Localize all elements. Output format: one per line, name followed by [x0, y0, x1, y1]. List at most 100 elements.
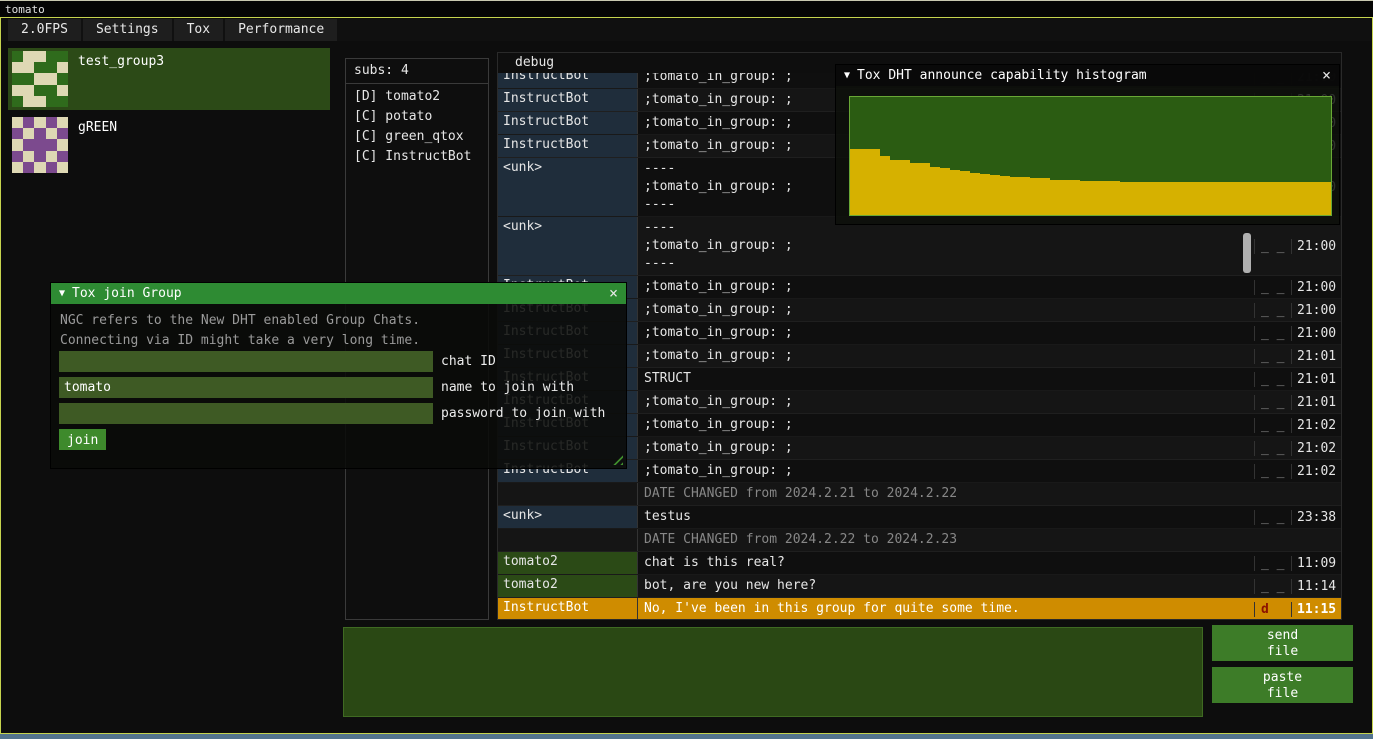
avatar-pixel — [23, 73, 34, 84]
histogram-bar — [1090, 181, 1100, 215]
avatar-pixel — [57, 73, 68, 84]
avatar-pixel — [46, 117, 57, 128]
histogram-bar — [1010, 177, 1020, 215]
histogram-bar — [1311, 182, 1321, 215]
chat-id-input[interactable] — [59, 351, 433, 372]
avatar-pixel — [57, 62, 68, 73]
histogram-bar — [930, 167, 940, 215]
group-name: test_group3 — [78, 48, 164, 110]
message-status: _ _ — [1254, 464, 1291, 479]
histogram-bar — [1070, 180, 1080, 215]
avatar-pixel — [46, 96, 57, 107]
histogram-bar — [1020, 177, 1030, 215]
histogram-bar — [870, 149, 880, 215]
group-avatar — [12, 117, 68, 173]
send-file-button[interactable]: send file — [1212, 625, 1353, 661]
message-author: InstructBot — [498, 112, 638, 134]
histogram-bar — [1321, 182, 1331, 215]
avatar-pixel — [12, 96, 23, 107]
message-status: _ _ — [1254, 372, 1291, 387]
histogram-bar — [1000, 176, 1010, 215]
dht-histogram-window: ▼ Tox DHT announce capability histogram … — [835, 64, 1340, 225]
message-author: tomato2 — [498, 575, 638, 597]
histogram-bar — [1080, 181, 1090, 215]
message-input[interactable] — [343, 627, 1203, 717]
menu-item-settings[interactable]: Settings — [83, 19, 172, 41]
avatar-pixel — [23, 62, 34, 73]
message-text: chat is this real? — [638, 552, 1254, 574]
avatar-pixel — [46, 85, 57, 96]
histogram-bar — [1060, 180, 1070, 215]
message-time: 21:01 — [1291, 372, 1341, 387]
system-row[interactable]: DATE CHANGED from 2024.2.21 to 2024.2.22 — [498, 483, 1341, 506]
message-text: ;tomato_in_group: ; — [638, 322, 1254, 344]
histogram-bar — [1130, 182, 1140, 215]
group-item-test_group3[interactable]: test_group3 — [8, 48, 330, 110]
menubar: 2.0FPSSettingsToxPerformance — [2, 19, 1371, 41]
message-row[interactable]: tomato2bot, are you new here?_ _11:14 — [498, 575, 1341, 598]
subs-header: subs: 4 — [346, 59, 488, 84]
join-name-field-row: name to join with — [59, 377, 574, 398]
message-text: testus — [638, 506, 1254, 528]
os-titlebar: tomato — [0, 0, 1373, 17]
message-time: 21:00 — [1291, 326, 1341, 341]
message-author: InstructBot — [498, 135, 638, 157]
avatar-pixel — [57, 117, 68, 128]
message-row[interactable]: tomato2chat is this real?_ _11:09 — [498, 552, 1341, 575]
message-row[interactable]: InstructBotNo, I've been in this group f… — [498, 598, 1341, 619]
message-status: _ _ — [1254, 395, 1291, 410]
member-row-green_qtox[interactable]: [C] green_qtox — [346, 127, 488, 147]
member-row-tomato2[interactable]: [D] tomato2 — [346, 87, 488, 107]
close-icon[interactable]: × — [1322, 68, 1331, 83]
menu-item-2-0fps: 2.0FPS — [8, 19, 81, 41]
histogram-bar — [900, 160, 910, 215]
member-row-potato[interactable]: [C] potato — [346, 107, 488, 127]
message-text: DATE CHANGED from 2024.2.22 to 2024.2.23 — [638, 529, 1254, 551]
close-icon[interactable]: × — [609, 286, 618, 301]
chat-id-label: chat ID — [441, 354, 496, 369]
avatar-pixel — [23, 117, 34, 128]
message-time: 21:00 — [1291, 303, 1341, 318]
join-password-field-row: password to join with — [59, 403, 605, 424]
histogram-bar — [1261, 182, 1271, 215]
join-group-window: ▼ Tox join Group × NGC refers to the New… — [50, 282, 627, 469]
avatar-pixel — [34, 85, 45, 96]
menu-item-tox[interactable]: Tox — [174, 19, 223, 41]
resize-grip[interactable] — [609, 451, 623, 465]
avatar-pixel — [46, 128, 57, 139]
paste-file-button[interactable]: paste file — [1212, 667, 1353, 703]
message-text: ;tomato_in_group: ; — [638, 345, 1254, 367]
histogram-bar — [990, 175, 1000, 215]
menu-item-performance[interactable]: Performance — [225, 19, 337, 41]
message-row[interactable]: <unk>---- ;tomato_in_group: ; ----_ _21:… — [498, 217, 1341, 276]
member-row-instructbot[interactable]: [C] InstructBot — [346, 147, 488, 167]
join-button[interactable]: join — [59, 429, 106, 450]
system-row[interactable]: DATE CHANGED from 2024.2.22 to 2024.2.23 — [498, 529, 1341, 552]
join-password-input[interactable] — [59, 403, 433, 424]
collapse-icon[interactable]: ▼ — [59, 289, 65, 299]
histogram-bar — [970, 173, 980, 215]
avatar-pixel — [23, 85, 34, 96]
join-group-titlebar[interactable]: ▼ Tox join Group × — [51, 283, 626, 304]
histogram-bar — [1171, 182, 1181, 215]
histogram-bar — [950, 170, 960, 215]
message-row[interactable]: <unk>testus_ _23:38 — [498, 506, 1341, 529]
avatar-pixel — [23, 162, 34, 173]
group-item-green[interactable]: gREEN — [8, 114, 330, 172]
avatar-pixel — [12, 162, 23, 173]
member-list: [D] tomato2[C] potato[C] green_qtox[C] I… — [346, 84, 488, 167]
message-author: InstructBot — [498, 73, 638, 88]
dht-histogram-titlebar[interactable]: ▼ Tox DHT announce capability histogram … — [836, 65, 1339, 86]
chat-scrollbar-thumb[interactable] — [1243, 233, 1251, 273]
message-text: ---- ;tomato_in_group: ; ---- — [638, 217, 1254, 275]
join-group-title: Tox join Group — [72, 286, 182, 301]
join-name-input[interactable] — [59, 377, 433, 398]
avatar-pixel — [34, 51, 45, 62]
message-time: 21:02 — [1291, 464, 1341, 479]
os-window-title: tomato — [5, 3, 45, 16]
collapse-icon[interactable]: ▼ — [844, 71, 850, 81]
avatar-pixel — [12, 151, 23, 162]
message-author — [498, 483, 638, 505]
message-status: _ _ — [1254, 579, 1291, 594]
histogram-bar — [1231, 182, 1241, 215]
